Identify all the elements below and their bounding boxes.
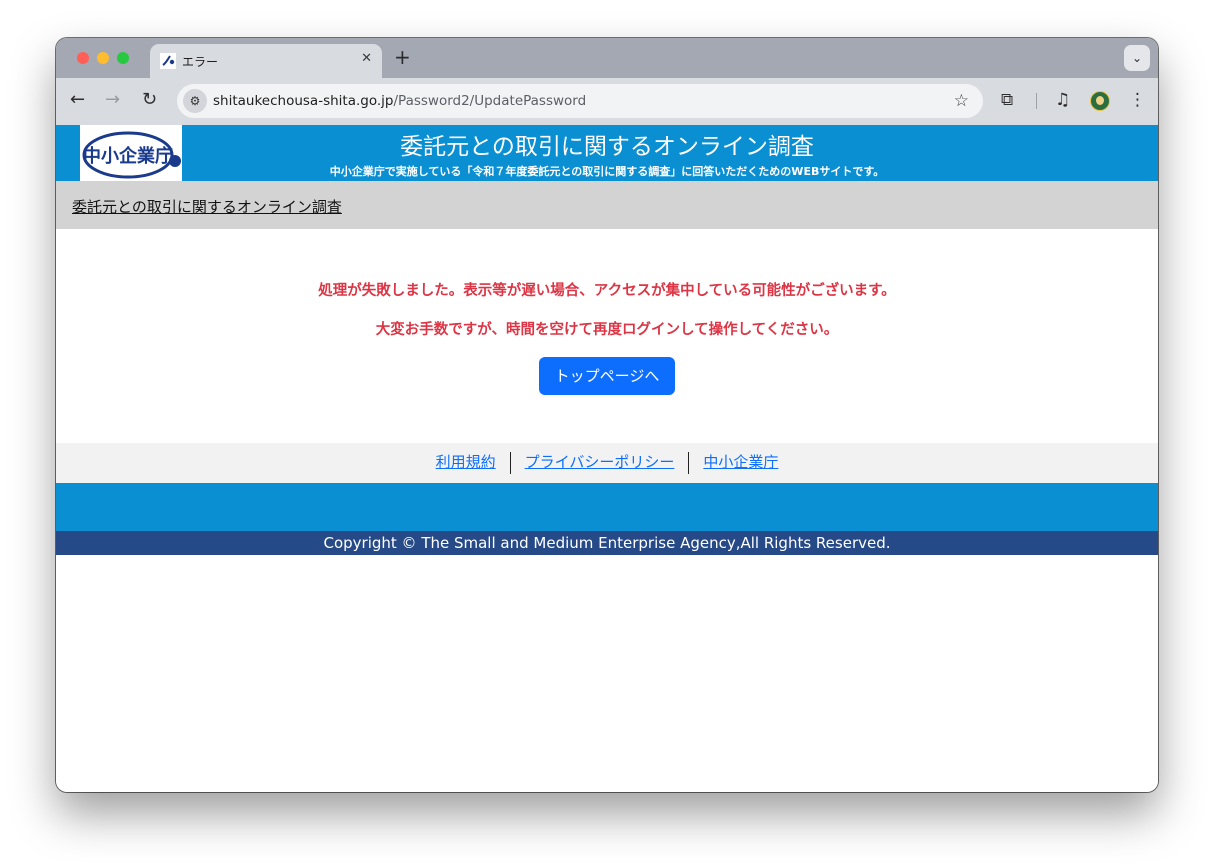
bookmark-star-icon[interactable]: ☆ — [954, 91, 969, 111]
forward-arrow-icon[interactable]: → — [105, 89, 120, 110]
footer-band — [56, 483, 1158, 531]
profile-avatar-icon[interactable] — [1090, 91, 1110, 111]
toolbar-divider — [1036, 93, 1037, 109]
sme-agency-link[interactable]: 中小企業庁 — [689, 453, 792, 471]
site-favicon-icon — [160, 53, 176, 69]
browser-window: エラー ✕ + ⌄ ← → ↻ ⚙ shitaukechousa-shita.g… — [56, 38, 1158, 792]
zoom-window-button[interactable] — [117, 52, 129, 64]
footer-links: 利用規約 プライバシーポリシー 中小企業庁 — [56, 443, 1158, 483]
site-title: 委託元との取引に関するオンライン調査 — [400, 134, 814, 160]
privacy-policy-link[interactable]: プライバシーポリシー — [511, 453, 689, 471]
site-header: 中小企業庁 委託元との取引に関するオンライン調査 中小企業庁で実施している「令和… — [56, 125, 1158, 181]
top-page-button[interactable]: トップページへ — [539, 357, 675, 395]
terms-of-use-link[interactable]: 利用規約 — [422, 453, 510, 471]
address-bar[interactable]: ⚙ shitaukechousa-shita.go.jp/Password2/U… — [177, 84, 983, 118]
more-menu-icon[interactable]: ⋮ — [1129, 90, 1146, 110]
error-message-line2: 大変お手数ですが、時間を空けて再度ログインして操作してください。 — [375, 322, 839, 338]
tab-close-icon[interactable]: ✕ — [361, 51, 372, 66]
minimize-window-button[interactable] — [97, 52, 109, 64]
url-text[interactable]: shitaukechousa-shita.go.jp/Password2/Upd… — [213, 93, 586, 109]
web-page: 中小企業庁 委託元との取引に関するオンライン調査 中小企業庁で実施している「令和… — [56, 125, 1158, 792]
tab-title: エラー — [182, 55, 219, 69]
tab-strip: エラー ✕ + ⌄ — [56, 38, 1158, 78]
media-controls-icon[interactable]: ♫ — [1055, 90, 1070, 110]
back-arrow-icon[interactable]: ← — [70, 89, 85, 110]
active-tab[interactable]: エラー ✕ — [150, 44, 382, 78]
breadcrumb-home-link[interactable]: 委託元との取引に関するオンライン調査 — [72, 196, 342, 217]
copyright-text: Copyright © The Small and Medium Enterpr… — [56, 531, 1158, 555]
avatar-face — [1096, 96, 1104, 105]
close-window-button[interactable] — [77, 52, 89, 64]
error-message-line1: 処理が失敗しました。表示等が遅い場合、アクセスが集中している可能性がございます。 — [318, 283, 896, 299]
site-subtitle: 中小企業庁で実施している「令和７年度委託元との取引に関する調査」に回答いただくた… — [329, 165, 885, 178]
breadcrumb: 委託元との取引に関するオンライン調査 — [56, 181, 1158, 229]
reload-icon[interactable]: ↻ — [142, 89, 157, 110]
tab-search-icon[interactable]: ⌄ — [1124, 45, 1150, 71]
site-settings-icon[interactable]: ⚙ — [183, 89, 207, 113]
extensions-icon[interactable]: ⧉ — [1001, 90, 1013, 110]
new-tab-button[interactable]: + — [394, 45, 411, 69]
browser-toolbar: ← → ↻ ⚙ shitaukechousa-shita.go.jp/Passw… — [56, 78, 1158, 125]
